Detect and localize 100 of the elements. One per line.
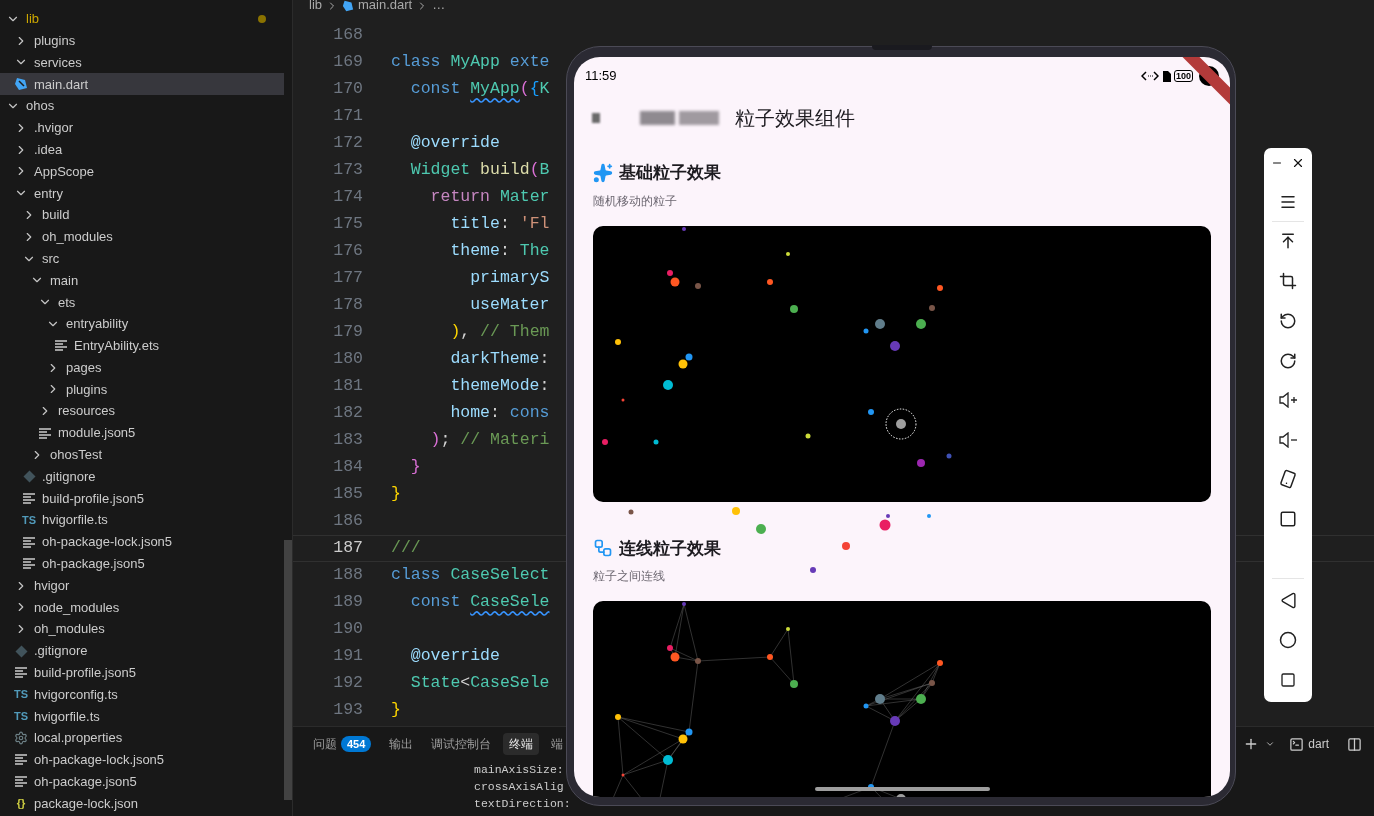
tree-item[interactable]: entry xyxy=(0,182,284,205)
code-line: const CaseSele xyxy=(409,591,550,614)
tree-item[interactable]: TS hvigorfile.ts xyxy=(0,705,284,728)
gear-icon xyxy=(14,731,28,746)
tree-item[interactable]: local.properties xyxy=(0,727,284,750)
lines-file-icon xyxy=(15,754,27,766)
file-type-icon: TS xyxy=(13,689,29,701)
code-line: class MyApp exte xyxy=(391,51,550,74)
line-number: 178 xyxy=(332,294,363,317)
file-type-icon: {} xyxy=(16,798,26,810)
tree-item[interactable]: module.json5 xyxy=(0,422,284,444)
tree-item[interactable]: oh-package.json5 xyxy=(0,552,284,575)
tree-item[interactable]: oh_modules xyxy=(0,225,284,248)
dropdown-icon[interactable] xyxy=(1265,739,1276,749)
tree-item-label: services xyxy=(34,53,83,72)
rotate-left-icon[interactable] xyxy=(1279,312,1297,330)
tree-item[interactable]: pages xyxy=(0,356,284,379)
line-number: 168 xyxy=(332,24,363,47)
tree-item[interactable]: hvigor xyxy=(0,574,284,597)
tree-item[interactable]: oh_modules xyxy=(0,618,284,641)
tree-item[interactable]: entryability xyxy=(0,313,284,335)
tree-item-label: .hvigor xyxy=(34,119,75,138)
tree-item[interactable]: .idea xyxy=(0,138,284,161)
code-line: class CaseSelect xyxy=(391,564,550,587)
tree-item[interactable]: ets xyxy=(0,291,284,314)
lines-file-icon xyxy=(55,340,67,352)
panel-tab[interactable]: 输出 xyxy=(383,733,420,755)
terminal-line: mainAxisSize: xyxy=(474,762,564,778)
panel-tab[interactable]: 端 xyxy=(545,733,570,755)
line-number: 176 xyxy=(332,240,363,263)
tree-item-label: build-profile.json5 xyxy=(34,664,137,683)
crop-icon[interactable] xyxy=(1279,272,1297,290)
home-icon[interactable] xyxy=(1279,631,1297,649)
menu-icon[interactable] xyxy=(1279,193,1297,211)
breadcrumb-item[interactable]: main.dart xyxy=(358,0,413,10)
rotate-right-icon[interactable] xyxy=(1279,352,1297,370)
tree-item-label: main xyxy=(50,271,80,290)
arrow-up-icon[interactable] xyxy=(1279,232,1297,250)
section-subtitle: 粒子之间连线 xyxy=(593,568,666,585)
tree-item-label: hvigor xyxy=(34,576,71,595)
tree-item[interactable]: TS hvigorconfig.ts xyxy=(0,683,284,706)
tree-item[interactable]: oh-package-lock.json5 xyxy=(0,749,284,771)
terminal-name[interactable]: dart xyxy=(1308,735,1329,753)
tree-item[interactable]: plugins xyxy=(0,29,284,52)
line-number: 170 xyxy=(332,78,363,101)
panel-tab[interactable]: 问题 454 xyxy=(307,733,378,755)
line-number: 173 xyxy=(332,159,363,182)
tree-item[interactable]: .hvigor xyxy=(0,117,284,139)
tree-item-label: package-lock.json xyxy=(34,794,140,813)
back-icon[interactable] xyxy=(1279,592,1297,609)
tree-item[interactable]: .gitignore xyxy=(0,640,284,662)
tree-item[interactable]: services xyxy=(0,51,284,74)
code-line: @override xyxy=(409,645,500,668)
tree-item[interactable]: main.dart xyxy=(0,73,284,96)
tree-item[interactable]: plugins xyxy=(0,378,284,401)
square-icon[interactable] xyxy=(1279,510,1297,528)
code-line: theme: The xyxy=(449,240,550,263)
code-line: ), // Them xyxy=(449,321,550,344)
close-icon[interactable] xyxy=(1291,156,1305,170)
panel-tab[interactable]: 调试控制台 xyxy=(425,733,498,755)
tree-item[interactable]: node_modules xyxy=(0,596,284,619)
tree-item[interactable]: build-profile.json5 xyxy=(0,487,284,510)
tree-item[interactable]: main xyxy=(0,269,284,292)
tree-item[interactable]: lib xyxy=(0,8,284,30)
tree-item-label: AppScope xyxy=(34,162,95,181)
split-icon[interactable] xyxy=(1347,736,1362,752)
tree-item-label: oh-package.json5 xyxy=(34,773,138,792)
tree-item[interactable]: ohosTest xyxy=(0,443,284,466)
panel-tab[interactable]: 终端 xyxy=(503,733,540,755)
tree-item-label: oh-package-lock.json5 xyxy=(34,751,166,770)
tree-item[interactable]: src xyxy=(0,247,284,270)
breadcrumb-item[interactable]: lib xyxy=(309,0,322,10)
sparkle-icon xyxy=(593,162,613,183)
line-number: 181 xyxy=(332,375,363,398)
line-number: 191 xyxy=(332,645,363,668)
tree-item[interactable]: ohos xyxy=(0,95,284,117)
tree-item-label: oh_modules xyxy=(42,228,114,247)
scrollbar-thumb[interactable] xyxy=(284,540,292,800)
tree-item[interactable]: AppScope xyxy=(0,160,284,183)
section-title: 基础粒子效果 xyxy=(619,162,721,184)
tree-item[interactable]: resources xyxy=(0,400,284,423)
tree-item-label: ets xyxy=(58,293,77,312)
line-number: 189 xyxy=(332,591,363,614)
tree-item[interactable]: .gitignore xyxy=(0,465,284,488)
breadcrumb-item[interactable]: … xyxy=(432,0,446,10)
volume-down-icon[interactable] xyxy=(1278,432,1298,448)
terminal-icon[interactable] xyxy=(1289,736,1305,752)
tree-item[interactable]: oh-package-lock.json5 xyxy=(0,531,284,553)
recent-apps-icon[interactable] xyxy=(1280,672,1296,688)
code-line: } xyxy=(391,483,401,506)
volume-up-icon[interactable] xyxy=(1278,392,1298,408)
line-number: 184 xyxy=(332,456,363,479)
tree-item[interactable]: TS hvigorfile.ts xyxy=(0,509,284,532)
tree-item[interactable]: build xyxy=(0,204,284,226)
tree-item-label: node_modules xyxy=(34,598,121,617)
tree-item[interactable]: EntryAbility.ets xyxy=(0,334,284,357)
tree-item-label: oh-package.json5 xyxy=(42,555,146,574)
tree-item[interactable]: {} package-lock.json xyxy=(0,792,284,815)
tree-item[interactable]: build-profile.json5 xyxy=(0,661,284,684)
tree-item[interactable]: oh-package.json5 xyxy=(0,770,284,793)
